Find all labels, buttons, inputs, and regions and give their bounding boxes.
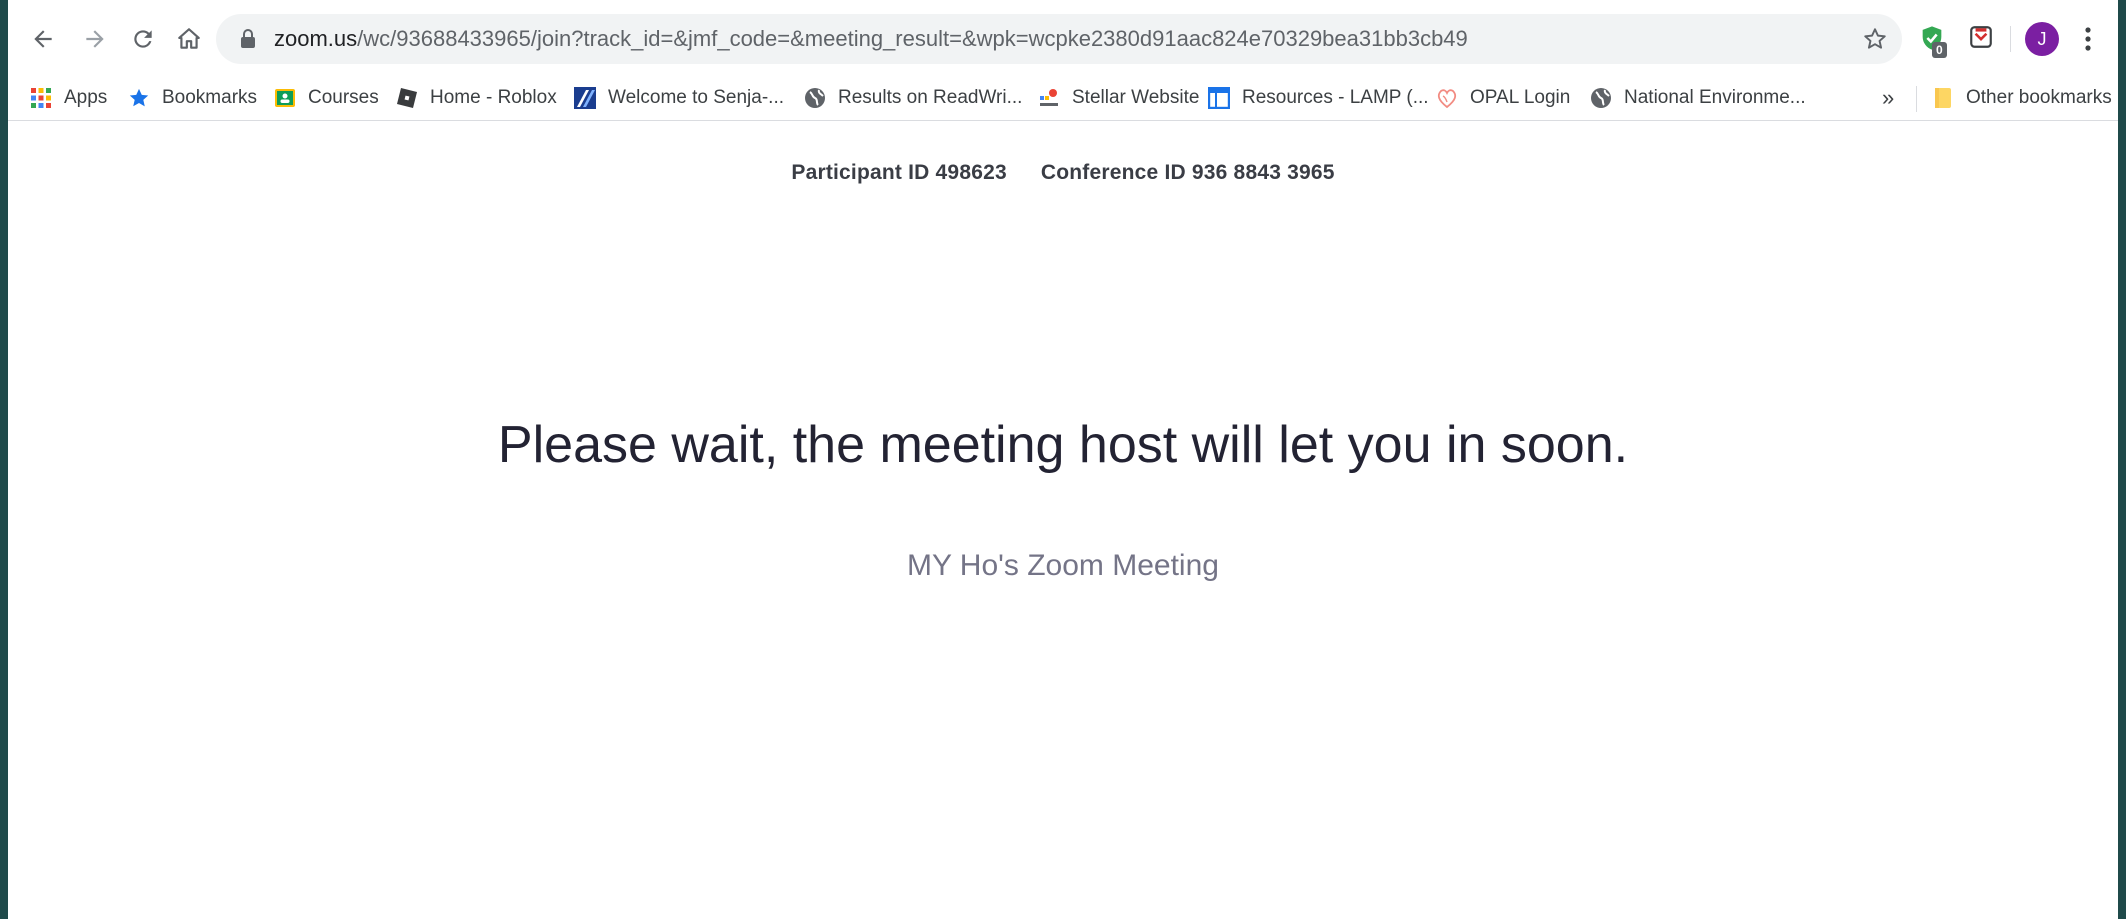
pocket-icon: [1970, 26, 1992, 48]
browser-window: zoom.us/wc/93688433965/join?track_id=&jm…: [8, 0, 2118, 919]
extension-shield[interactable]: 0: [1918, 24, 1947, 58]
zoom-waiting-room: Participant ID 498623 Conference ID 936 …: [8, 121, 2118, 919]
globe-icon: [805, 88, 825, 108]
bookmark-label: Results on ReadWri...: [838, 87, 1023, 108]
bookmark-bookmarks[interactable]: Bookmarks: [128, 76, 257, 120]
bookmark-lamp[interactable]: Resources - LAMP (...: [1208, 76, 1429, 120]
globe-icon: [1591, 88, 1611, 108]
address-bar[interactable]: zoom.us/wc/93688433965/join?track_id=&jm…: [216, 14, 1902, 64]
bookmark-label: OPAL Login: [1470, 87, 1571, 108]
url-text[interactable]: zoom.us/wc/93688433965/join?track_id=&jm…: [274, 14, 1468, 64]
home-button[interactable]: [168, 18, 210, 60]
bookmark-label: National Environme...: [1624, 87, 1806, 108]
star-icon: [129, 88, 149, 107]
stellar-icon: [1040, 89, 1058, 106]
bookmark-label: Welcome to Senja-...: [608, 87, 785, 108]
meeting-ids: Participant ID 498623 Conference ID 936 …: [8, 161, 2118, 185]
bookmarks-overflow-button[interactable]: »: [1882, 76, 1894, 120]
extension-badge: 0: [1932, 42, 1947, 58]
bookmark-label: Home - Roblox: [430, 87, 557, 108]
bookmark-stellar[interactable]: Stellar Website: [1038, 76, 1199, 120]
reload-icon: [134, 30, 152, 48]
bookmark-label: Resources - LAMP (...: [1242, 87, 1429, 108]
home-icon: [178, 28, 200, 49]
bookmark-apps[interactable]: Apps: [30, 76, 107, 120]
bookmarks-divider: [1916, 86, 1917, 112]
bookmark-other[interactable]: Other bookmarks: [1932, 76, 2112, 120]
forward-button[interactable]: [74, 18, 116, 60]
lamp-icon: [1208, 87, 1230, 109]
bookmark-label: Courses: [308, 87, 379, 108]
apps-grid-icon: [31, 88, 51, 108]
lock-icon[interactable]: [240, 29, 256, 49]
browser-toolbar: zoom.us/wc/93688433965/join?track_id=&jm…: [8, 0, 2118, 76]
bookmark-national-environment[interactable]: National Environme...: [1590, 76, 1806, 120]
bookmark-roblox[interactable]: Home - Roblox: [396, 76, 557, 120]
url-path: /wc/93688433965/join?track_id=&jmf_code=…: [357, 26, 1468, 51]
bookmark-label: Apps: [64, 87, 108, 108]
waiting-message: Please wait, the meeting host will let y…: [497, 416, 1629, 474]
bookmark-senja[interactable]: Welcome to Senja-...: [574, 76, 784, 120]
bookmark-readwrite[interactable]: Results on ReadWri...: [804, 76, 1022, 120]
bookmark-star-icon[interactable]: [1862, 26, 1888, 52]
more-menu-icon[interactable]: [2078, 22, 2098, 56]
senja-icon: [574, 87, 596, 109]
bookmark-courses[interactable]: Courses: [274, 76, 379, 120]
extension-pocket[interactable]: [1968, 24, 1994, 55]
url-host: zoom.us: [274, 26, 358, 51]
back-button[interactable]: [22, 18, 64, 60]
folder-icon: [1935, 88, 1951, 108]
bookmark-label: Stellar Website: [1072, 87, 1200, 108]
bookmark-opal[interactable]: OPAL Login: [1436, 76, 1570, 120]
meeting-name: MY Ho's Zoom Meeting: [907, 549, 1219, 582]
toolbar-divider: [2010, 26, 2011, 52]
reload-button[interactable]: [122, 18, 164, 60]
roblox-icon: [397, 88, 417, 108]
participant-id: Participant ID 498623: [791, 161, 1007, 184]
profile-avatar[interactable]: J: [2025, 22, 2059, 56]
bookmarks-bar: Apps Bookmarks Courses Home - Roblox Wel…: [8, 76, 2118, 121]
bookmark-label: Other bookmarks: [1966, 87, 2112, 108]
back-arrow-icon: [34, 30, 52, 48]
forward-arrow-icon: [86, 30, 104, 48]
bookmark-label: Bookmarks: [162, 87, 258, 108]
conference-id: Conference ID 936 8843 3965: [1040, 161, 1335, 184]
classroom-icon: [275, 89, 295, 107]
opal-icon: [1437, 89, 1457, 109]
